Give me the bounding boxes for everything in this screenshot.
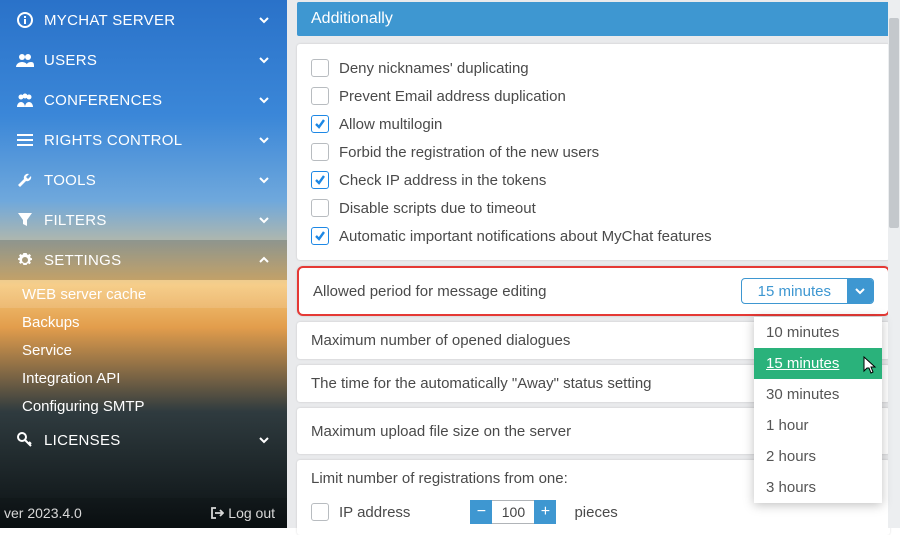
version-label: ver 2023.4.0: [4, 505, 210, 521]
row-label: Maximum upload file size on the server: [311, 423, 571, 440]
edit-period-select[interactable]: 15 minutes: [741, 278, 874, 304]
check-row: Allow multilogin: [311, 110, 876, 138]
sidebar-label: CONFERENCES: [44, 92, 255, 109]
sidebar-sub-integration-api[interactable]: Integration API: [0, 364, 287, 392]
sidebar-label: MYCHAT SERVER: [44, 12, 255, 29]
check-row: Check IP address in the tokens: [311, 166, 876, 194]
check-label: Check IP address in the tokens: [339, 172, 546, 189]
check-row: Disable scripts due to timeout: [311, 194, 876, 222]
sidebar-label: LICENSES: [44, 432, 255, 449]
users-icon: [14, 93, 36, 107]
sidebar-item-mychat-server[interactable]: MYCHAT SERVER: [0, 0, 287, 40]
check-row: Forbid the registration of the new users: [311, 138, 876, 166]
dropdown-option[interactable]: 1 hour: [754, 410, 882, 441]
checkbox[interactable]: [311, 59, 329, 77]
row-label: Maximum number of opened dialogues: [311, 332, 570, 349]
check-label: Disable scripts due to timeout: [339, 200, 536, 217]
gear-icon: [14, 252, 36, 268]
chevron-down-icon: [255, 54, 273, 66]
row-label: Allowed period for message editing: [313, 283, 546, 300]
main-panel: Additionally Deny nicknames' duplicating…: [287, 0, 900, 528]
checkbox[interactable]: [311, 199, 329, 217]
logout-button[interactable]: Log out: [210, 505, 275, 521]
dropdown-option[interactable]: 3 hours: [754, 472, 882, 503]
sidebar-item-rights-control[interactable]: RIGHTS CONTROL: [0, 120, 287, 160]
minus-button[interactable]: −: [470, 500, 492, 524]
edit-period-dropdown: 10 minutes15 minutes30 minutes1 hour2 ho…: [754, 317, 882, 503]
check-row: Automatic important notifications about …: [311, 222, 876, 250]
chevron-down-icon: [255, 14, 273, 26]
dropdown-option[interactable]: 10 minutes: [754, 317, 882, 348]
sidebar-footer: ver 2023.4.0 Log out: [0, 498, 287, 528]
plus-button[interactable]: +: [534, 500, 556, 524]
ip-label: IP address: [339, 504, 410, 521]
check-label: Deny nicknames' duplicating: [339, 60, 529, 77]
checkbox[interactable]: [311, 171, 329, 189]
cursor-icon: [858, 355, 878, 379]
logout-icon: [210, 506, 224, 520]
filter-icon: [14, 213, 36, 227]
sidebar-item-settings[interactable]: SETTINGS: [0, 240, 287, 280]
ip-count-input[interactable]: [492, 500, 534, 524]
sidebar-item-conferences[interactable]: CONFERENCES: [0, 80, 287, 120]
key-icon: [14, 432, 36, 448]
chevron-down-icon: [255, 214, 273, 226]
checkbox[interactable]: [311, 143, 329, 161]
pieces-label: pieces: [574, 504, 617, 521]
row-label: The time for the automatically "Away" st…: [311, 375, 652, 392]
checkbox[interactable]: [311, 115, 329, 133]
scrollbar[interactable]: [888, 0, 900, 528]
sidebar-item-users[interactable]: USERS: [0, 40, 287, 80]
sidebar: MYCHAT SERVER USERS CONFERENCES RIGHTS C…: [0, 0, 287, 528]
ip-checkbox[interactable]: [311, 503, 329, 521]
dropdown-option[interactable]: 30 minutes: [754, 379, 882, 410]
sidebar-sub-smtp[interactable]: Configuring SMTP: [0, 392, 287, 420]
sidebar-label: TOOLS: [44, 172, 255, 189]
checkbox[interactable]: [311, 87, 329, 105]
info-icon: [14, 12, 36, 28]
chevron-down-icon: [255, 174, 273, 186]
chevron-down-icon: [255, 94, 273, 106]
check-label: Prevent Email address duplication: [339, 88, 566, 105]
check-label: Allow multilogin: [339, 116, 442, 133]
check-row: Deny nicknames' duplicating: [311, 54, 876, 82]
sidebar-item-tools[interactable]: TOOLS: [0, 160, 287, 200]
wrench-icon: [14, 172, 36, 188]
sidebar-label: FILTERS: [44, 212, 255, 229]
sidebar-label: RIGHTS CONTROL: [44, 132, 255, 149]
checkbox[interactable]: [311, 227, 329, 245]
chevron-down-icon: [255, 434, 273, 446]
checkbox-card: Deny nicknames' duplicating Prevent Email…: [297, 44, 890, 260]
sidebar-sub-backups[interactable]: Backups: [0, 308, 287, 336]
chevron-up-icon: [255, 254, 273, 266]
sidebar-sub-web-cache[interactable]: WEB server cache: [0, 280, 287, 308]
dropdown-option[interactable]: 2 hours: [754, 441, 882, 472]
panel-title: Additionally: [297, 2, 890, 36]
sidebar-sub-service[interactable]: Service: [0, 336, 287, 364]
check-label: Forbid the registration of the new users: [339, 144, 599, 161]
chevron-down-icon: [255, 134, 273, 146]
chevron-down-icon: [847, 279, 873, 303]
sidebar-item-filters[interactable]: FILTERS: [0, 200, 287, 240]
sidebar-item-licenses[interactable]: LICENSES: [0, 420, 287, 460]
ip-count-spinner[interactable]: − +: [470, 500, 556, 524]
sidebar-label: SETTINGS: [44, 252, 255, 269]
row-edit-period: Allowed period for message editing 15 mi…: [297, 266, 890, 316]
scrollbar-thumb[interactable]: [889, 18, 899, 228]
check-row: Prevent Email address duplication: [311, 82, 876, 110]
check-label: Automatic important notifications about …: [339, 228, 712, 245]
users-icon: [14, 53, 36, 67]
sidebar-label: USERS: [44, 52, 255, 69]
list-icon: [14, 133, 36, 147]
